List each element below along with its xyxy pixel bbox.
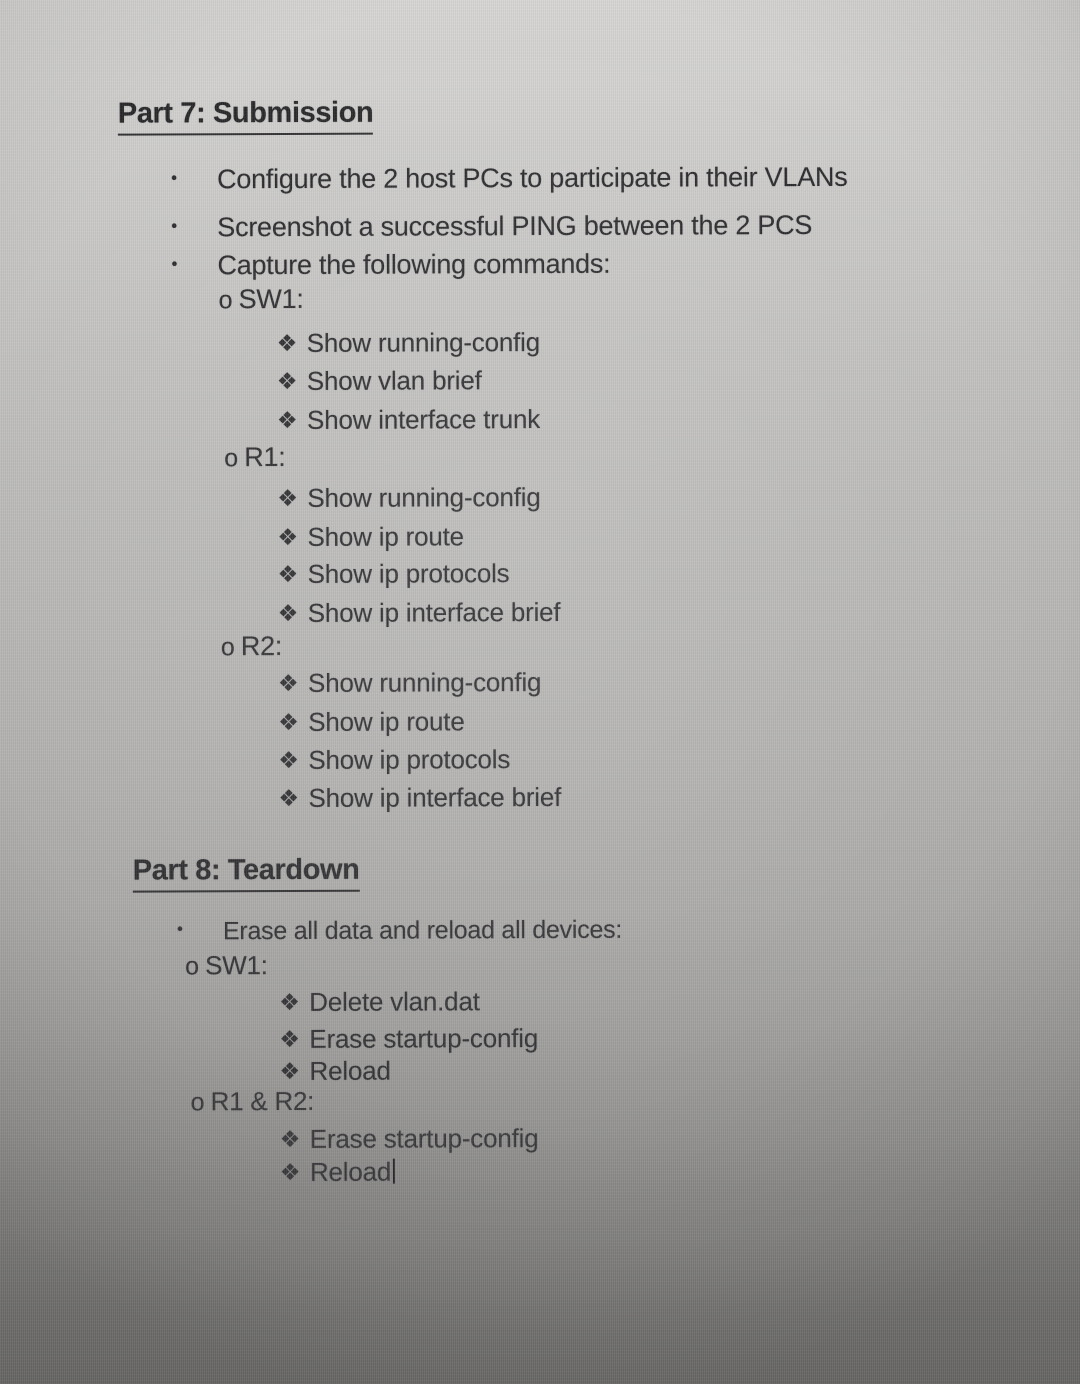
command-item: ❖ Show ip interface brief: [278, 782, 561, 814]
floret-bullet-icon: ❖: [276, 329, 298, 357]
device-group-label: o SW1:: [185, 950, 268, 981]
list-item: • Configure the 2 host PCs to participat…: [171, 162, 847, 196]
command-label: Show vlan brief: [306, 365, 482, 396]
list-item: • Screenshot a successful PING between t…: [171, 210, 812, 243]
floret-bullet-icon: ❖: [277, 484, 298, 512]
floret-bullet-icon: ❖: [279, 1125, 301, 1153]
command-label: Show running-config: [307, 666, 542, 698]
list-item-label: Erase all data and reload all devices:: [222, 915, 623, 946]
floret-bullet-icon: ❖: [279, 1158, 301, 1186]
command-label: Reload: [309, 1156, 392, 1187]
device-group-name: SW1:: [205, 950, 268, 981]
command-item: ❖ Show vlan brief: [277, 365, 482, 397]
device-group-label: o R2:: [221, 631, 282, 662]
floret-bullet-icon: ❖: [278, 708, 299, 736]
command-item: ❖ Show running-config: [277, 327, 540, 359]
sub-bullet-icon: o: [190, 1088, 205, 1117]
command-item: ❖ Show ip protocols: [278, 744, 510, 776]
command-label: Erase startup-config: [309, 1023, 539, 1054]
list-item-label: Configure the 2 host PCs to participate …: [217, 161, 848, 195]
command-item: ❖ Erase startup-config: [280, 1123, 539, 1155]
command-label: Reload: [309, 1055, 391, 1086]
command-label: Show ip interface brief: [307, 596, 561, 628]
command-label: Delete vlan.dat: [309, 986, 480, 1017]
device-group-label: o SW1:: [218, 283, 304, 315]
command-label: Show interface trunk: [306, 404, 541, 435]
device-group-name: R1 & R2:: [210, 1085, 315, 1117]
floret-bullet-icon: ❖: [279, 1025, 300, 1053]
floret-bullet-icon: ❖: [277, 599, 299, 627]
command-item: ❖ Reload: [279, 1056, 390, 1087]
bullet-icon: •: [171, 168, 177, 188]
floret-bullet-icon: ❖: [278, 746, 299, 774]
text-cursor: [393, 1158, 396, 1184]
floret-bullet-icon: ❖: [279, 988, 300, 1016]
device-group-label: o R1:: [224, 442, 285, 473]
device-group-name: SW1:: [238, 283, 304, 315]
sub-bullet-icon: o: [224, 444, 238, 473]
command-label: Show running-config: [306, 326, 541, 358]
command-label: Show ip protocols: [308, 744, 511, 775]
document-body: Part 7: Submission • Configure the 2 hos…: [0, 0, 1080, 1384]
device-group-name: R1:: [244, 441, 286, 473]
command-label: Show ip interface brief: [308, 781, 562, 813]
floret-bullet-icon: ❖: [276, 367, 298, 395]
floret-bullet-icon: ❖: [277, 560, 299, 588]
floret-bullet-icon: ❖: [279, 1057, 300, 1085]
command-item: ❖ Reload: [279, 1156, 396, 1188]
floret-bullet-icon: ❖: [277, 669, 299, 697]
section-heading-part-8-text: Part 8: Teardown: [132, 853, 360, 893]
command-item: ❖ Show running-config: [278, 667, 541, 699]
command-item: ❖ Show interface trunk: [277, 404, 540, 436]
command-label: Erase startup-config: [309, 1123, 539, 1154]
command-item: ❖ Show ip interface brief: [278, 597, 561, 629]
floret-bullet-icon: ❖: [277, 523, 298, 551]
command-item: ❖ Delete vlan.dat: [279, 986, 480, 1018]
section-heading-part-7: Part 7: Submission: [117, 96, 374, 136]
command-label: Show ip protocols: [307, 558, 510, 589]
command-item: ❖ Erase startup-config: [279, 1023, 538, 1055]
command-item: ❖ Show ip route: [277, 521, 464, 553]
command-item: ❖ Show ip route: [278, 706, 465, 738]
list-item: • Capture the following commands:: [171, 249, 610, 282]
photographed-document-page: Part 7: Submission • Configure the 2 hos…: [0, 0, 1080, 1384]
sub-bullet-icon: o: [185, 952, 199, 981]
sub-bullet-icon: o: [220, 633, 235, 662]
section-heading-part-7-text: Part 7: Submission: [117, 96, 374, 136]
list-item-label: Screenshot a successful PING between the…: [217, 209, 813, 243]
floret-bullet-icon: ❖: [278, 784, 299, 812]
sub-bullet-icon: o: [218, 286, 233, 315]
list-item: • Erase all data and reload all devices:: [177, 916, 622, 947]
command-label: Show running-config: [307, 481, 541, 513]
command-label: Show ip route: [307, 521, 464, 552]
section-heading-part-8: Part 8: Teardown: [132, 853, 360, 893]
bullet-icon: •: [176, 919, 183, 939]
floret-bullet-icon: ❖: [276, 406, 298, 434]
bullet-icon: •: [171, 254, 178, 274]
list-item-label: Capture the following commands:: [217, 248, 611, 281]
device-group-name: R2:: [240, 630, 283, 662]
bullet-icon: •: [171, 216, 178, 236]
command-label: Show ip route: [308, 706, 465, 737]
command-item: ❖ Show ip protocols: [278, 558, 510, 590]
device-group-label: o R1 & R2:: [191, 1086, 315, 1117]
command-item: ❖ Show running-config: [277, 482, 540, 514]
